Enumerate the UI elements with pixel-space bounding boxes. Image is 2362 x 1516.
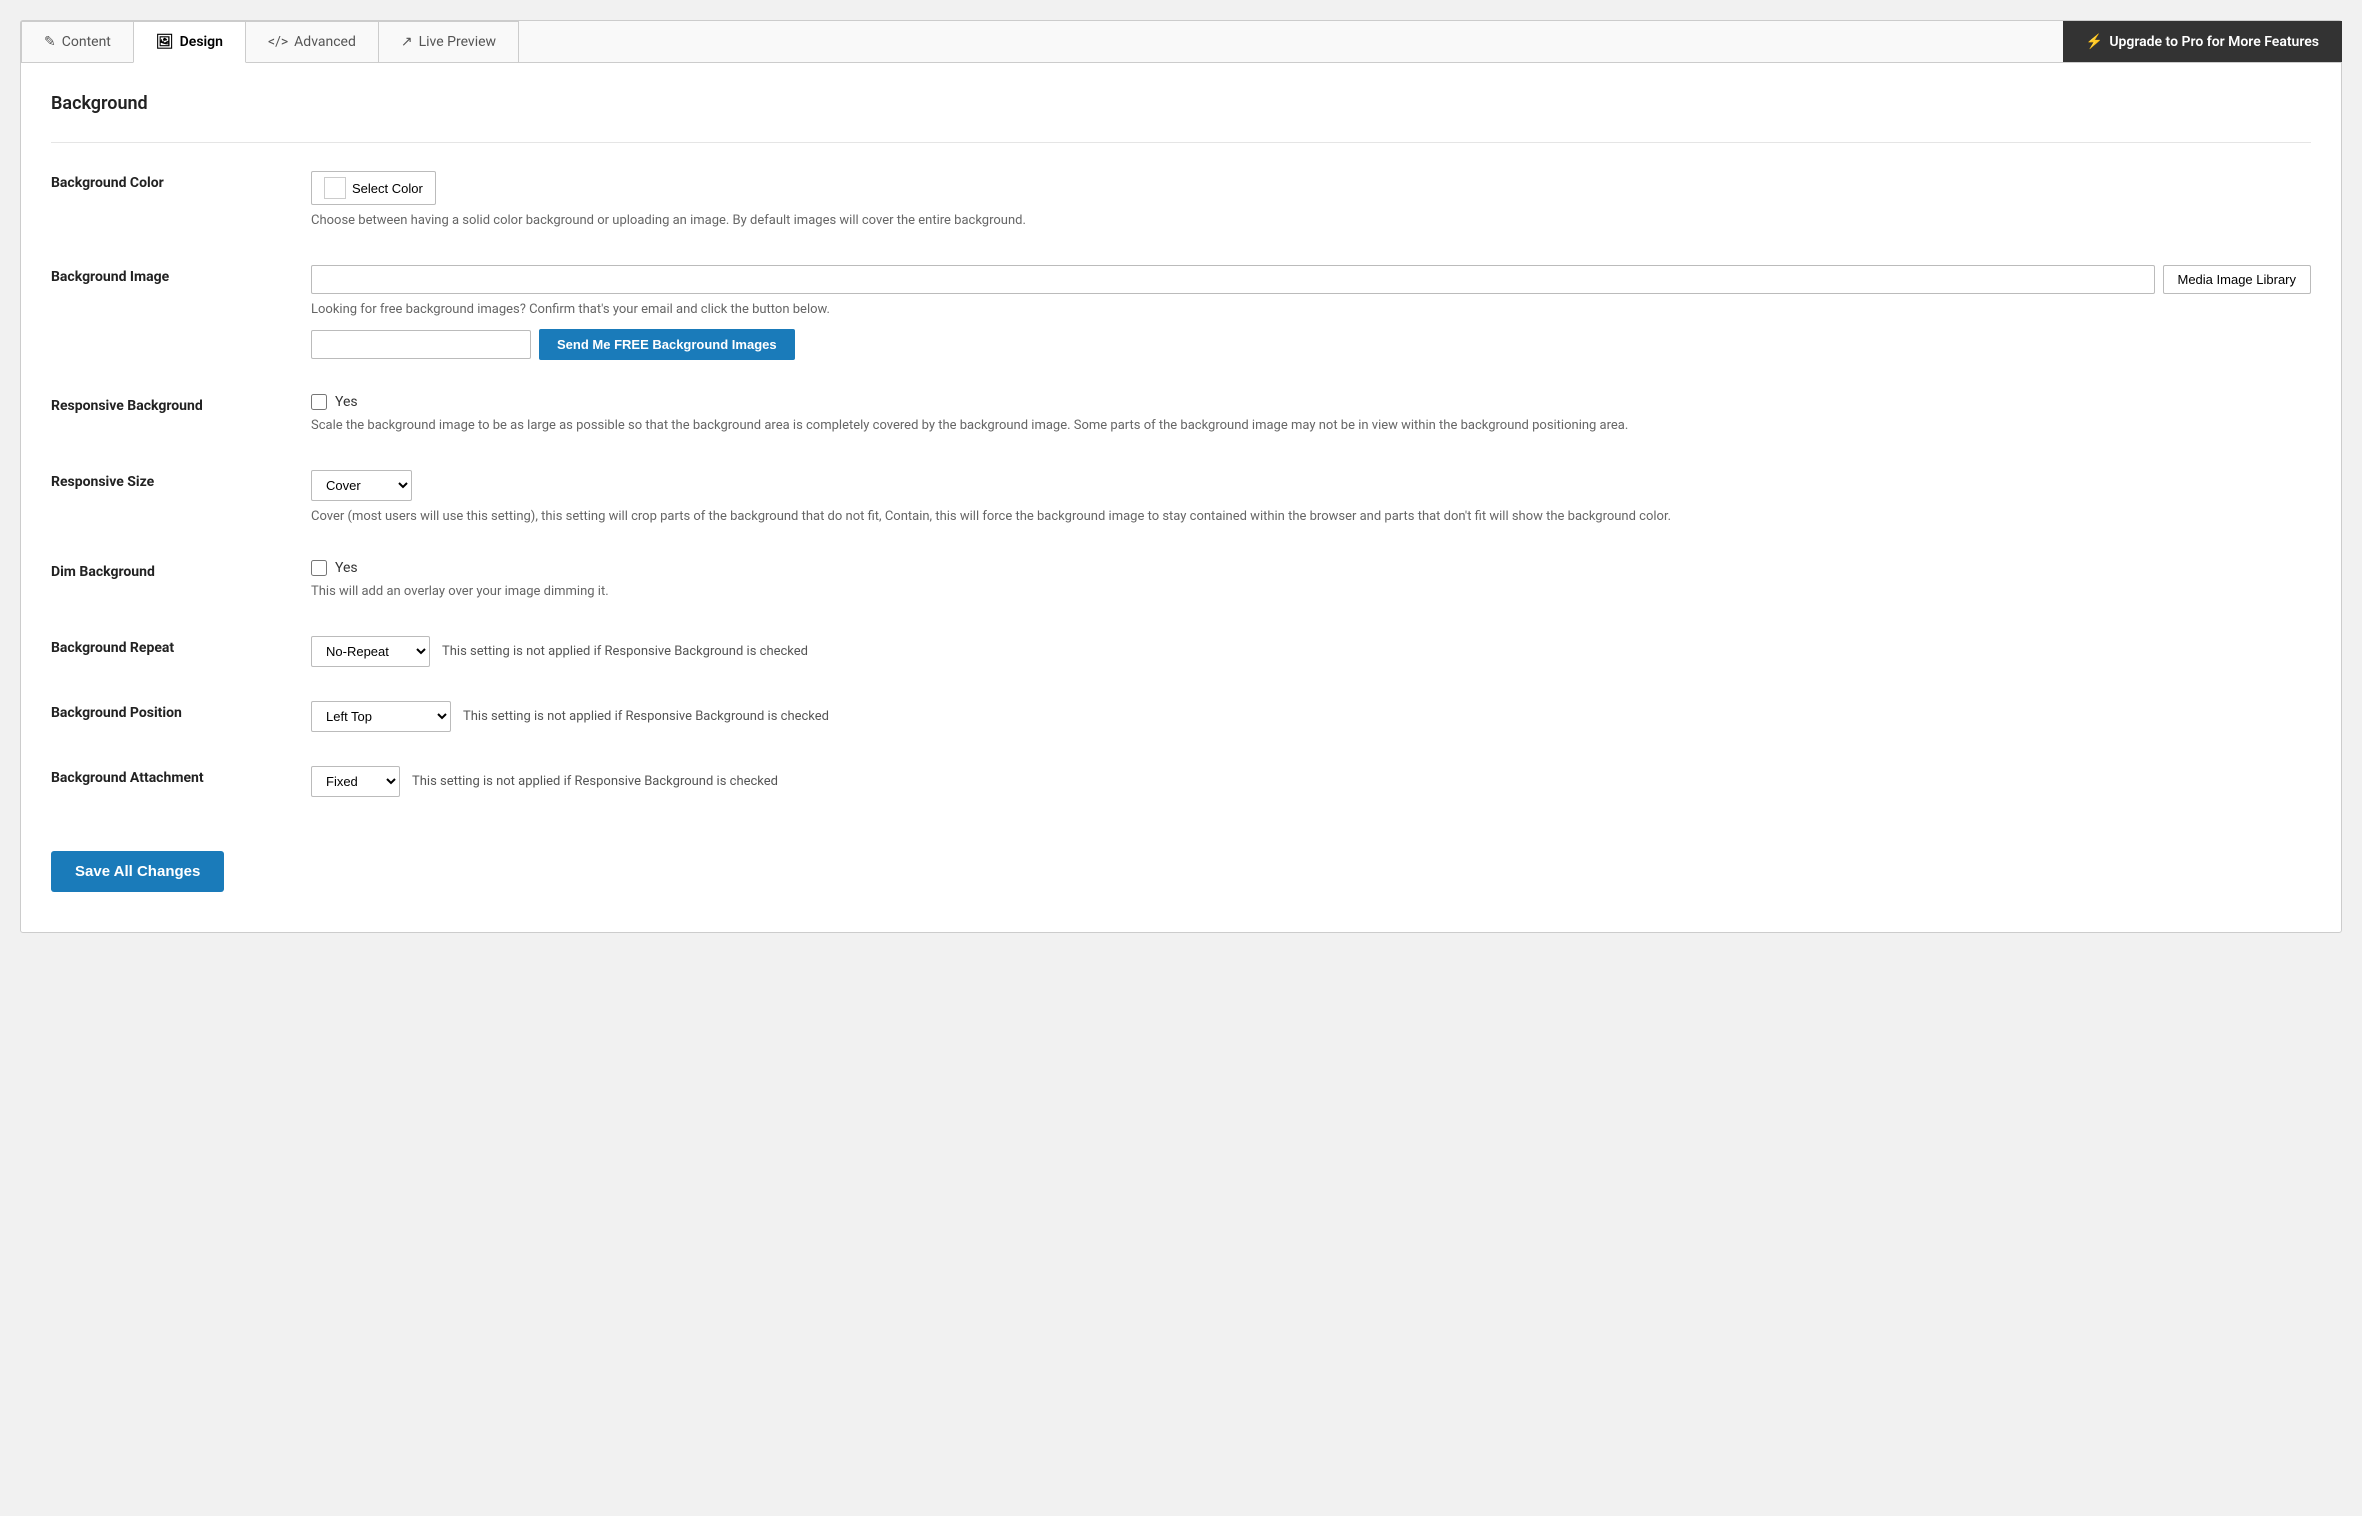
design-icon: 🖼 bbox=[156, 34, 174, 50]
image-input-row: Media Image Library bbox=[311, 265, 2311, 294]
background-attachment-label: Background Attachment bbox=[51, 766, 311, 786]
background-image-row: Background Image Media Image Library Loo… bbox=[51, 265, 2311, 361]
responsive-background-label: Responsive Background bbox=[51, 394, 311, 414]
background-color-description: Choose between having a solid color back… bbox=[311, 211, 2311, 231]
responsive-background-row: Responsive Background Yes Scale the back… bbox=[51, 394, 2311, 436]
responsive-size-row: Responsive Size Cover Contain Cover (mos… bbox=[51, 470, 2311, 527]
responsive-size-select[interactable]: Cover Contain bbox=[311, 470, 412, 501]
background-position-label: Background Position bbox=[51, 701, 311, 721]
tab-live-preview[interactable]: ↗ Live Preview bbox=[378, 21, 519, 62]
tab-live-preview-label: Live Preview bbox=[419, 34, 496, 50]
dim-background-description: This will add an overlay over your image… bbox=[311, 582, 2311, 602]
responsive-background-description: Scale the background image to be as larg… bbox=[311, 416, 2311, 436]
content-icon: ✎ bbox=[44, 34, 56, 50]
free-images-row: Send Me FREE Background Images bbox=[311, 329, 2311, 360]
tab-upgrade[interactable]: ⚡ Upgrade to Pro for More Features bbox=[2063, 21, 2342, 62]
background-repeat-control: No-Repeat Repeat Repeat-X Repeat-Y This … bbox=[311, 636, 2311, 667]
responsive-size-description: Cover (most users will use this setting)… bbox=[311, 507, 2311, 527]
background-image-label: Background Image bbox=[51, 265, 311, 285]
background-image-control: Media Image Library Looking for free bac… bbox=[311, 265, 2311, 361]
responsive-size-label: Responsive Size bbox=[51, 470, 311, 490]
dim-background-control: Yes This will add an overlay over your i… bbox=[311, 560, 2311, 602]
color-swatch bbox=[324, 177, 346, 199]
responsive-size-control: Cover Contain Cover (most users will use… bbox=[311, 470, 2311, 527]
select-color-button[interactable]: Select Color bbox=[311, 171, 436, 205]
background-repeat-select-row: No-Repeat Repeat Repeat-X Repeat-Y This … bbox=[311, 636, 2311, 667]
responsive-background-checkbox-label: Yes bbox=[335, 394, 358, 410]
background-position-select[interactable]: Left Top Left Center Left Bottom Center … bbox=[311, 701, 451, 732]
tabs-bar: ✎ Content 🖼 Design </> Advanced ↗ Live P… bbox=[21, 21, 2341, 63]
save-button-label: Save All Changes bbox=[75, 863, 200, 880]
section-title: Background bbox=[51, 93, 2311, 114]
content-area: Background Background Color Select Color… bbox=[21, 63, 2341, 932]
page-wrapper: ✎ Content 🖼 Design </> Advanced ↗ Live P… bbox=[20, 20, 2342, 933]
live-preview-icon: ↗ bbox=[401, 34, 413, 50]
send-free-images-button[interactable]: Send Me FREE Background Images bbox=[539, 329, 795, 360]
background-position-select-row: Left Top Left Center Left Bottom Center … bbox=[311, 701, 2311, 732]
responsive-background-checkbox-row: Yes bbox=[311, 394, 2311, 410]
advanced-icon: </> bbox=[268, 34, 288, 50]
responsive-size-select-row: Cover Contain bbox=[311, 470, 2311, 501]
tab-design[interactable]: 🖼 Design bbox=[133, 21, 246, 63]
section-divider bbox=[51, 142, 2311, 143]
background-attachment-select-row: Fixed Scroll This setting is not applied… bbox=[311, 766, 2311, 797]
background-repeat-note: This setting is not applied if Responsiv… bbox=[442, 644, 808, 659]
tab-upgrade-label: Upgrade to Pro for More Features bbox=[2109, 34, 2319, 50]
background-attachment-control: Fixed Scroll This setting is not applied… bbox=[311, 766, 2311, 797]
media-image-library-button[interactable]: Media Image Library bbox=[2163, 265, 2312, 294]
tab-content[interactable]: ✎ Content bbox=[21, 21, 134, 62]
background-attachment-select[interactable]: Fixed Scroll bbox=[311, 766, 400, 797]
email-input[interactable] bbox=[311, 330, 531, 359]
free-images-button-label: Send Me FREE Background Images bbox=[557, 337, 777, 352]
background-position-control: Left Top Left Center Left Bottom Center … bbox=[311, 701, 2311, 732]
background-image-input[interactable] bbox=[311, 265, 2155, 294]
background-attachment-note: This setting is not applied if Responsiv… bbox=[412, 774, 778, 789]
background-color-label: Background Color bbox=[51, 171, 311, 191]
dim-background-label: Dim Background bbox=[51, 560, 311, 580]
tab-advanced[interactable]: </> Advanced bbox=[245, 21, 379, 62]
background-attachment-row: Background Attachment Fixed Scroll This … bbox=[51, 766, 2311, 797]
dim-background-checkbox-label: Yes bbox=[335, 560, 358, 576]
background-position-note: This setting is not applied if Responsiv… bbox=[463, 709, 829, 724]
select-color-label: Select Color bbox=[352, 181, 423, 196]
save-all-changes-button[interactable]: Save All Changes bbox=[51, 851, 224, 892]
tab-advanced-label: Advanced bbox=[294, 34, 356, 50]
background-repeat-row: Background Repeat No-Repeat Repeat Repea… bbox=[51, 636, 2311, 667]
responsive-background-checkbox[interactable] bbox=[311, 394, 327, 410]
background-position-row: Background Position Left Top Left Center… bbox=[51, 701, 2311, 732]
background-repeat-label: Background Repeat bbox=[51, 636, 311, 656]
background-repeat-select[interactable]: No-Repeat Repeat Repeat-X Repeat-Y bbox=[311, 636, 430, 667]
tab-design-label: Design bbox=[180, 34, 223, 50]
background-color-row: Background Color Select Color Choose bet… bbox=[51, 171, 2311, 231]
responsive-background-control: Yes Scale the background image to be as … bbox=[311, 394, 2311, 436]
dim-background-row: Dim Background Yes This will add an over… bbox=[51, 560, 2311, 602]
background-color-control: Select Color Choose between having a sol… bbox=[311, 171, 2311, 231]
upgrade-icon: ⚡ bbox=[2086, 34, 2103, 50]
library-button-label: Media Image Library bbox=[2178, 272, 2297, 287]
tab-content-label: Content bbox=[62, 34, 111, 50]
dim-background-checkbox-row: Yes bbox=[311, 560, 2311, 576]
free-images-description: Looking for free background images? Conf… bbox=[311, 300, 2311, 320]
dim-background-checkbox[interactable] bbox=[311, 560, 327, 576]
